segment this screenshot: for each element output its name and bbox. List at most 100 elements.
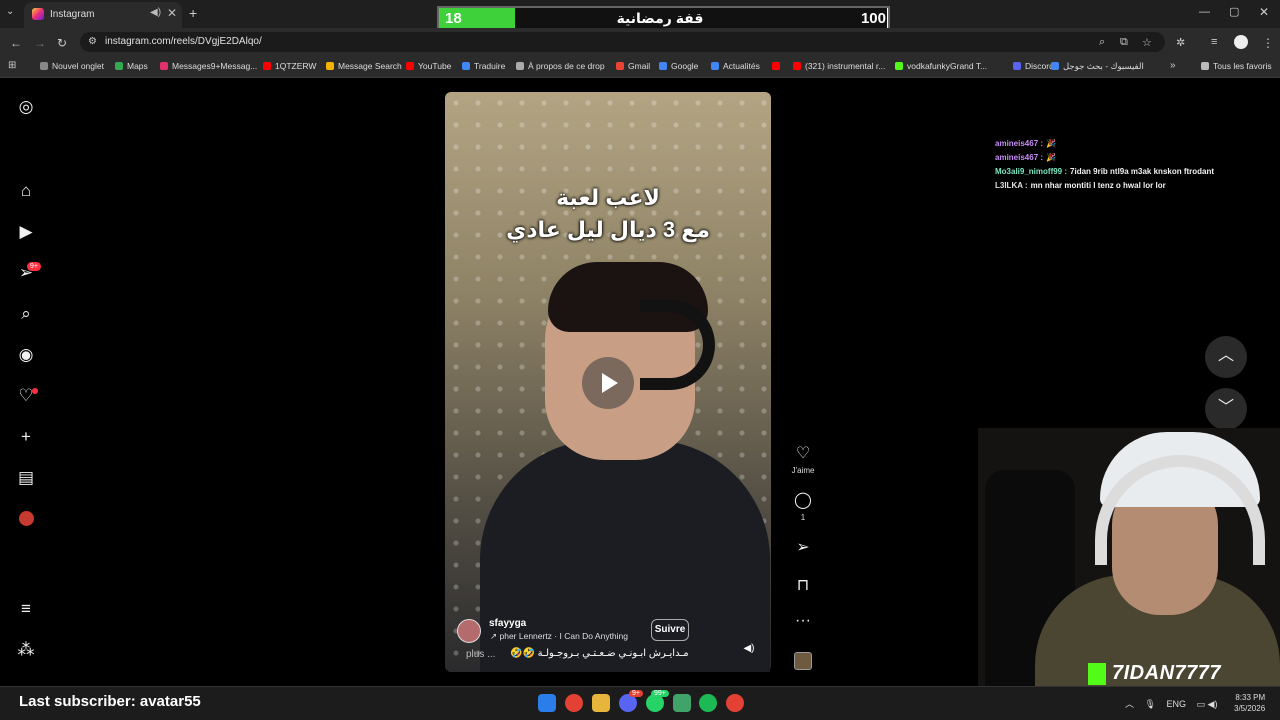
ramadan-current: 18 bbox=[445, 10, 462, 27]
forward-icon[interactable]: → bbox=[34, 36, 46, 50]
bookmark-label: Maps bbox=[127, 61, 148, 71]
author-avatar[interactable] bbox=[457, 619, 481, 643]
volume-icon[interactable]: ◀) bbox=[740, 643, 758, 661]
notification-dot bbox=[32, 388, 38, 394]
tab-list-icon[interactable]: ⌄ bbox=[6, 6, 14, 17]
also-from-meta-icon[interactable]: ⁂ bbox=[17, 641, 35, 659]
more-options-icon[interactable]: ··· bbox=[793, 612, 813, 630]
profile-avatar-icon[interactable] bbox=[19, 511, 34, 526]
system-tray: ︿ 🎙 ENG ▭ ◀) bbox=[1125, 697, 1217, 710]
search-icon[interactable]: ⌕ bbox=[17, 305, 35, 323]
clock-time: 8:33 PM bbox=[1235, 693, 1266, 702]
bookmark-item[interactable]: (321) instrumental r... bbox=[793, 61, 885, 71]
bookmark-item[interactable]: Message Search bbox=[326, 61, 402, 71]
bookmark-favicon-icon bbox=[516, 62, 524, 70]
chrome-alt-icon[interactable] bbox=[726, 694, 744, 712]
language-indicator[interactable]: ENG bbox=[1166, 699, 1186, 709]
window-close-button[interactable]: ✕ bbox=[1259, 5, 1269, 19]
chat-text: 🎉 bbox=[1046, 153, 1056, 162]
chat-text: 🎉 bbox=[1046, 139, 1056, 148]
mic-icon[interactable]: 🎙 bbox=[1145, 699, 1156, 709]
chrome-icon[interactable] bbox=[565, 694, 583, 712]
bookmark-favicon-icon bbox=[160, 62, 168, 70]
bookmark-label: vodkafunkyGrand T... bbox=[907, 61, 988, 71]
back-icon[interactable]: ← bbox=[10, 36, 22, 50]
bookmark-item[interactable] bbox=[772, 61, 784, 71]
extensions-icon[interactable]: ✲ bbox=[1176, 36, 1185, 49]
follow-button[interactable]: Suivre bbox=[651, 619, 689, 641]
volume-tray-icon[interactable]: ◀) bbox=[1208, 699, 1218, 709]
bookmark-item[interactable]: À propos de ce drop bbox=[516, 61, 605, 71]
bookmark-item[interactable]: Traduire bbox=[462, 61, 505, 71]
file-explorer-icon[interactable] bbox=[592, 694, 610, 712]
windows-start-icon[interactable] bbox=[538, 694, 556, 712]
share-icon[interactable]: ➢ bbox=[793, 537, 813, 557]
bookmark-label: 1QTZERW bbox=[275, 61, 317, 71]
home-icon[interactable]: ⌂ bbox=[17, 182, 35, 200]
site-info-icon[interactable]: ⚙ bbox=[88, 36, 97, 47]
bookmark-item[interactable]: 1QTZERW bbox=[263, 61, 316, 71]
tab-close-icon[interactable]: ✕ bbox=[167, 6, 177, 20]
instagram-logo-icon[interactable]: ◎ bbox=[17, 98, 35, 116]
bookmark-item[interactable]: Messages9+Messag... bbox=[160, 61, 257, 71]
dashboard-icon[interactable]: ▤ bbox=[17, 469, 35, 487]
description-more-link[interactable]: plus ... bbox=[466, 649, 495, 660]
bookmark-favicon-icon bbox=[406, 62, 414, 70]
whatsapp-badge: 99+ bbox=[651, 690, 669, 697]
create-icon[interactable]: + bbox=[17, 428, 35, 446]
comment-icon[interactable]: ◯ bbox=[793, 490, 813, 510]
bookmark-item[interactable]: Actualités bbox=[711, 61, 760, 71]
reels-icon[interactable]: ▶ bbox=[17, 223, 35, 241]
media-controls-icon[interactable]: ≡ bbox=[1211, 36, 1217, 48]
tray-chevron-icon[interactable]: ︿ bbox=[1125, 699, 1134, 709]
bookmark-favicon-icon bbox=[40, 62, 48, 70]
taskbar-clock[interactable]: 8:33 PM 3/5/2026 bbox=[1234, 692, 1265, 714]
minimize-button[interactable]: — bbox=[1199, 6, 1210, 18]
chat-username: Mo3ali9_nimoff99 : bbox=[995, 167, 1068, 176]
zoom-icon[interactable]: ⌕ bbox=[1099, 36, 1105, 49]
bookmark-item[interactable]: الفيسبوك - بحث جوجل bbox=[1051, 61, 1144, 72]
chat-message: amineis467 : 🎉 bbox=[995, 139, 1056, 148]
bookmark-item[interactable]: Discord bbox=[1013, 61, 1054, 71]
spotify-icon[interactable] bbox=[699, 694, 717, 712]
install-app-icon[interactable]: ⧉ bbox=[1120, 36, 1128, 49]
bookmark-item[interactable]: Google bbox=[659, 61, 698, 71]
save-icon[interactable]: ⊓ bbox=[793, 575, 813, 595]
bookmark-item[interactable]: Maps bbox=[115, 61, 148, 71]
bookmark-item[interactable]: Gmail bbox=[616, 61, 650, 71]
tab-audio-icon[interactable]: ◀) bbox=[150, 7, 161, 18]
chat-message: L3ILKA : mn nhar montiti l tenz o hwal lo… bbox=[995, 181, 1166, 190]
more-bookmarks-icon[interactable]: » bbox=[1170, 60, 1176, 71]
explore-icon[interactable]: ◉ bbox=[17, 346, 35, 364]
tab-title: Instagram bbox=[50, 9, 95, 20]
maximize-button[interactable]: ▢ bbox=[1229, 5, 1239, 18]
messages-app-icon[interactable] bbox=[673, 694, 691, 712]
profile-avatar[interactable] bbox=[1234, 35, 1248, 49]
more-menu-icon[interactable]: ≡ bbox=[17, 600, 35, 618]
like-icon[interactable]: ♡ bbox=[793, 443, 813, 463]
bookmark-favicon-icon bbox=[115, 62, 123, 70]
bookmark-favicon-icon bbox=[793, 62, 801, 70]
chat-username: amineis467 : bbox=[995, 153, 1044, 162]
url-text[interactable]: instagram.com/reels/DVgjE2DAlqo/ bbox=[105, 36, 262, 47]
all-favorites-folder[interactable]: Tous les favoris bbox=[1201, 61, 1272, 71]
network-icon[interactable]: ▭ bbox=[1197, 699, 1206, 709]
bookmark-star-icon[interactable]: ☆ bbox=[1142, 36, 1152, 49]
audio-thumbnail[interactable] bbox=[794, 652, 812, 670]
bookmark-item[interactable]: Nouvel onglet bbox=[40, 61, 104, 71]
next-reel-button[interactable]: ﹀ bbox=[1205, 388, 1247, 430]
bookmark-label: الفيسبوك - بحث جوجل bbox=[1063, 61, 1144, 71]
menu-icon[interactable]: ⋮ bbox=[1262, 36, 1274, 50]
new-tab-button[interactable]: + bbox=[189, 5, 197, 21]
music-attribution[interactable]: ↗ pher Lennertz · I Can Do Anything bbox=[490, 631, 628, 642]
apps-grid-icon[interactable]: ⊞ bbox=[8, 60, 16, 71]
bookmark-item[interactable]: vodkafunkyGrand T... bbox=[895, 61, 987, 71]
reload-icon[interactable]: ↻ bbox=[57, 36, 67, 50]
play-button[interactable] bbox=[582, 357, 634, 409]
instagram-favicon-icon bbox=[32, 8, 44, 20]
author-username[interactable]: sfayyga bbox=[489, 618, 526, 629]
bookmark-item[interactable]: YouTube bbox=[406, 61, 451, 71]
previous-reel-button[interactable]: ︿ bbox=[1205, 336, 1247, 378]
video-caption-line1: لاعب لعبة bbox=[556, 185, 660, 210]
tab-instagram[interactable]: Instagram ◀) ✕ bbox=[24, 2, 182, 28]
